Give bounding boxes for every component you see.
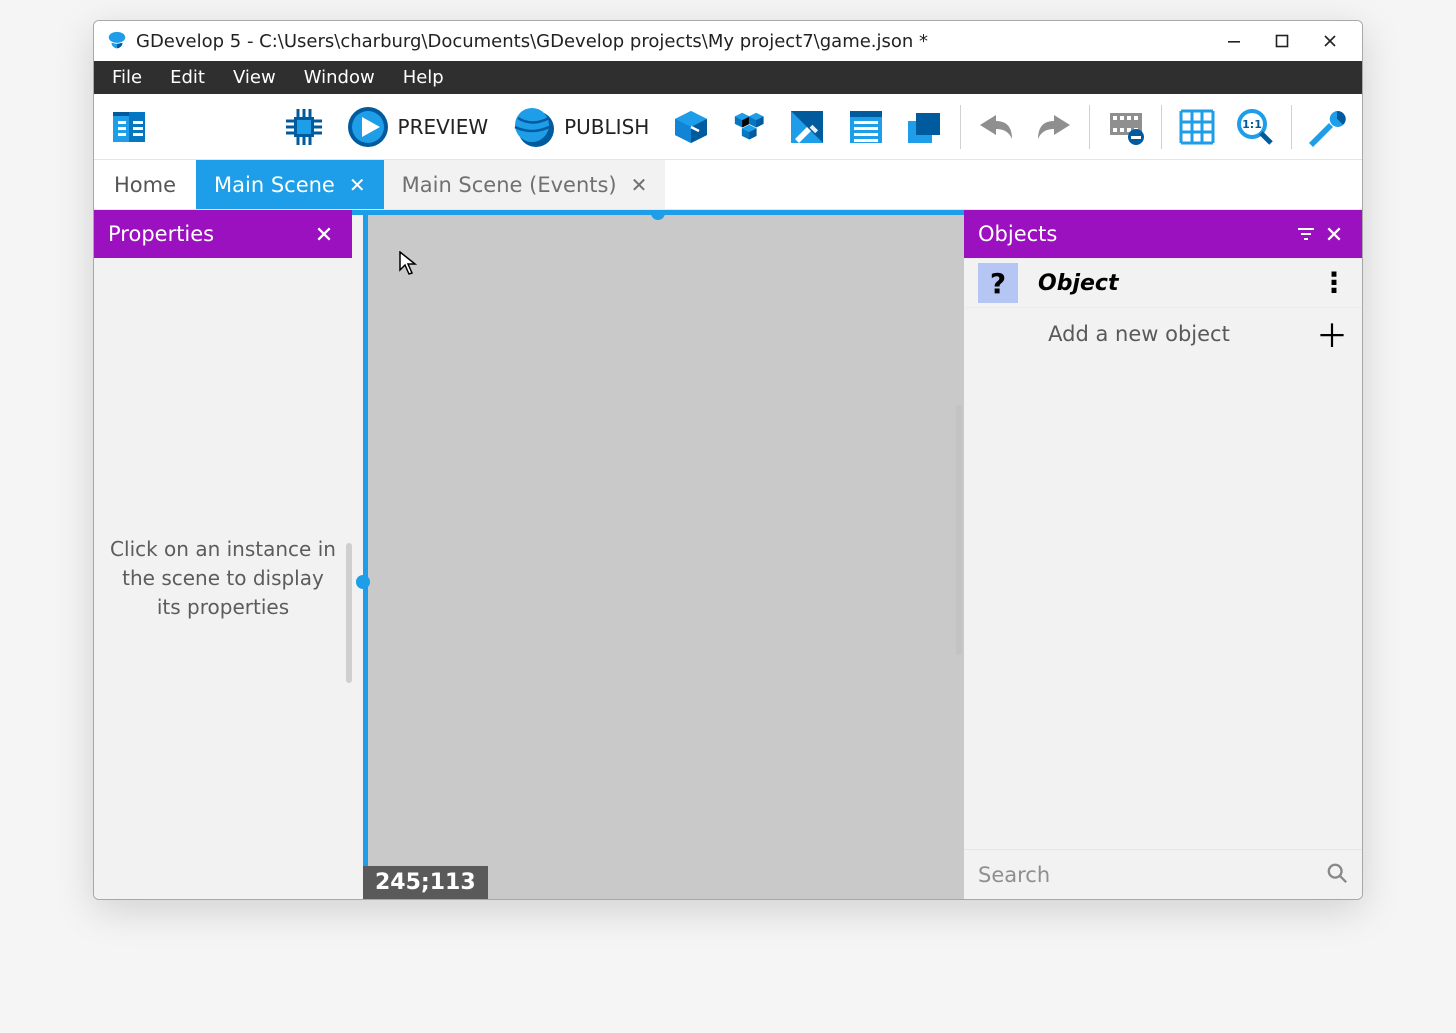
toolbar-separator <box>960 105 961 149</box>
open-object-groups-button[interactable] <box>722 99 776 155</box>
objects-panel-header: Objects <box>964 210 1362 258</box>
open-layers-panel-button[interactable] <box>897 99 951 155</box>
object-row[interactable]: ? Object ⋮ <box>964 258 1362 308</box>
kebab-menu-icon[interactable]: ⋮ <box>1320 273 1348 293</box>
publish-button[interactable]: PUBLISH <box>502 99 659 155</box>
menu-help[interactable]: Help <box>389 63 458 92</box>
close-icon[interactable]: ✕ <box>349 173 366 197</box>
objects-panel-body: ? Object ⋮ Add a new object ＋ <box>964 258 1362 899</box>
tab-label: Main Scene (Events) <box>402 173 617 197</box>
properties-panel: Properties Click on an instance in the s… <box>94 210 352 899</box>
app-icon <box>106 30 128 52</box>
globe-icon <box>512 105 556 149</box>
editor-body: Properties Click on an instance in the s… <box>94 210 1362 899</box>
add-object-row[interactable]: Add a new object ＋ <box>964 308 1362 360</box>
scene-handle-top[interactable] <box>651 210 665 220</box>
cursor-icon <box>399 251 417 279</box>
zoom-reset-icon: 1:1 <box>1234 106 1276 148</box>
menu-view[interactable]: View <box>219 63 290 92</box>
window-minimize-button[interactable] <box>1210 21 1258 61</box>
open-properties-button[interactable] <box>780 99 834 155</box>
settings-button[interactable] <box>1300 99 1354 155</box>
: PUBLISH <box>564 115 649 139</box>
plus-icon[interactable]: ＋ <box>1316 311 1348 357</box>
chip-icon <box>283 106 325 148</box>
preview-label: PREVIEW <box>398 115 489 139</box>
toolbar-separator <box>1161 105 1162 149</box>
window-title: GDevelop 5 - C:\Users\charburg\Documents… <box>136 31 928 52</box>
properties-panel-body: Click on an instance in the scene to dis… <box>94 258 352 899</box>
add-object-label: Add a new object <box>978 322 1300 346</box>
layers-icon <box>903 106 945 148</box>
object-thumbnail-icon: ? <box>978 263 1018 303</box>
search-icon[interactable] <box>1326 862 1348 888</box>
cube-icon <box>670 106 712 148</box>
tab-label: Home <box>114 173 176 197</box>
objects-search-input[interactable] <box>978 863 1326 887</box>
svg-text:1:1: 1:1 <box>1243 118 1263 131</box>
tab-main-scene[interactable]: Main Scene ✕ <box>196 160 384 209</box>
open-instances-list-button[interactable] <box>839 99 893 155</box>
project-manager-icon <box>108 106 150 148</box>
scene-canvas[interactable]: 245;113 <box>352 210 964 899</box>
scrollbar-thumb[interactable] <box>956 405 962 655</box>
menubar: File Edit View Window Help <box>94 61 1362 94</box>
tab-home[interactable]: Home <box>94 160 196 209</box>
app-window: GDevelop 5 - C:\Users\charburg\Documents… <box>93 20 1363 900</box>
menu-edit[interactable]: Edit <box>156 63 219 92</box>
tab-main-scene-events[interactable]: Main Scene (Events) ✕ <box>384 160 666 209</box>
properties-placeholder-text: Click on an instance in the scene to dis… <box>94 535 352 622</box>
zoom-reset-button[interactable]: 1:1 <box>1228 99 1282 155</box>
scene-handle-left[interactable] <box>356 575 370 589</box>
properties-icon <box>786 106 828 148</box>
window-close-button[interactable] <box>1306 21 1354 61</box>
project-manager-button[interactable] <box>102 99 156 155</box>
window-maximize-button[interactable] <box>1258 21 1306 61</box>
redo-button[interactable] <box>1027 99 1081 155</box>
menu-window[interactable]: Window <box>290 63 389 92</box>
undo-icon <box>975 106 1017 148</box>
toolbar-separator <box>1089 105 1090 149</box>
objects-panel: Objects ? Object ⋮ Add a new object ＋ <box>964 210 1362 899</box>
preview-button[interactable]: PREVIEW <box>336 99 499 155</box>
panel-title: Properties <box>108 222 310 246</box>
grid-icon <box>1176 106 1218 148</box>
film-mask-icon <box>1105 106 1147 148</box>
object-name: Object <box>1038 271 1300 296</box>
debugger-button[interactable] <box>277 99 331 155</box>
tabstrip: Home Main Scene ✕ Main Scene (Events) ✕ <box>94 160 1362 210</box>
toolbar-separator <box>1291 105 1292 149</box>
close-icon[interactable] <box>1320 210 1348 258</box>
undo-button[interactable] <box>968 99 1022 155</box>
open-objects-button[interactable] <box>663 99 717 155</box>
wrench-icon <box>1306 106 1348 148</box>
cubes-icon <box>728 106 770 148</box>
close-icon[interactable] <box>310 210 338 258</box>
tab-label: Main Scene <box>214 173 335 197</box>
close-icon[interactable]: ✕ <box>631 173 648 197</box>
properties-panel-header: Properties <box>94 210 352 258</box>
toggle-mask-button[interactable] <box>1098 99 1152 155</box>
titlebar: GDevelop 5 - C:\Users\charburg\Documents… <box>94 21 1362 61</box>
play-icon <box>346 105 390 149</box>
toggle-grid-button[interactable] <box>1170 99 1224 155</box>
objects-search-row <box>964 849 1362 899</box>
toolbar: PREVIEW PUBLISH <box>94 94 1362 160</box>
panel-title: Objects <box>978 222 1292 246</box>
scene-cursor-coords: 245;113 <box>363 866 488 899</box>
menu-file[interactable]: File <box>98 63 156 92</box>
redo-icon <box>1033 106 1075 148</box>
filter-icon[interactable] <box>1292 210 1320 258</box>
scene-frame-left <box>363 210 368 899</box>
list-icon <box>845 106 887 148</box>
